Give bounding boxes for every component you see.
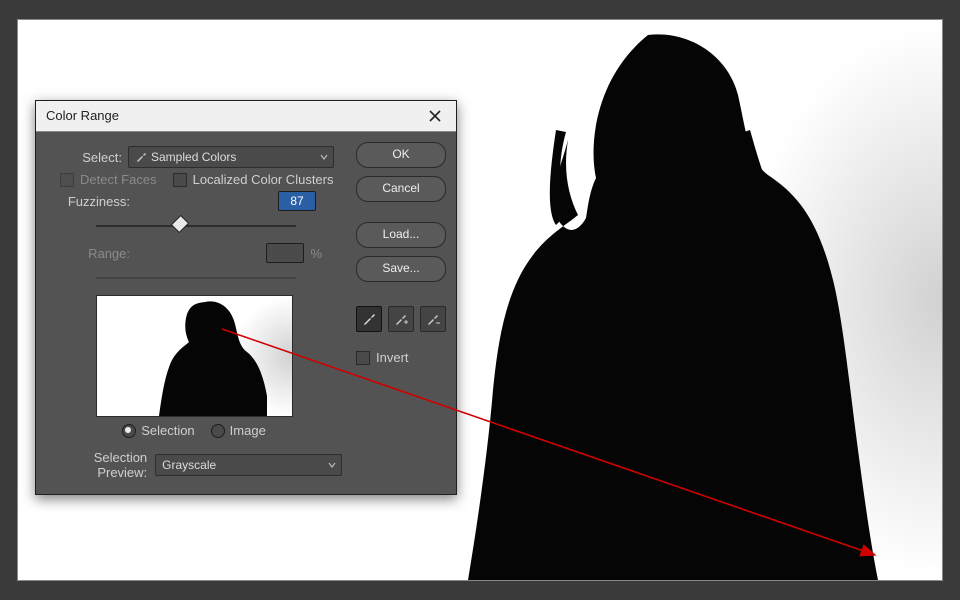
selection-preview — [96, 295, 293, 417]
range-input — [266, 243, 304, 263]
dialog-titlebar[interactable]: Color Range — [36, 101, 456, 132]
fuzziness-slider[interactable] — [96, 219, 296, 233]
select-value: Sampled Colors — [151, 148, 236, 166]
localized-option[interactable]: Localized Color Clusters — [173, 172, 334, 187]
eyedropper-add[interactable] — [388, 306, 414, 332]
eyedropper-mini-icon — [135, 151, 147, 163]
save-button[interactable]: Save... — [356, 256, 446, 282]
range-unit: % — [310, 246, 322, 261]
detect-faces-label: Detect Faces — [80, 172, 157, 187]
detect-faces-checkbox — [60, 173, 74, 187]
eyedropper-sample[interactable] — [356, 306, 382, 332]
radio-image-option[interactable]: Image — [211, 423, 266, 438]
radio-selection-option[interactable]: Selection — [122, 423, 194, 438]
localized-checkbox[interactable] — [173, 173, 187, 187]
radio-image-label: Image — [230, 423, 266, 438]
selection-preview-value: Grayscale — [162, 456, 216, 474]
close-icon — [429, 110, 441, 122]
selection-preview-label: Selection Preview: — [46, 450, 147, 480]
dialog-title: Color Range — [46, 101, 119, 131]
radio-selection[interactable] — [122, 424, 136, 438]
selection-preview-dropdown[interactable]: Grayscale — [155, 454, 342, 476]
radio-selection-label: Selection — [141, 423, 194, 438]
invert-option[interactable]: Invert — [356, 350, 446, 365]
range-label: Range: — [60, 246, 130, 261]
eyedropper-tools — [356, 306, 446, 332]
silhouette-image — [438, 20, 888, 580]
ok-button[interactable]: OK — [356, 142, 446, 168]
eyedropper-plus-icon — [394, 312, 408, 326]
cancel-button[interactable]: Cancel — [356, 176, 446, 202]
load-button[interactable]: Load... — [356, 222, 446, 248]
preview-mode-radios: Selection Image — [46, 423, 342, 438]
radio-image[interactable] — [211, 424, 225, 438]
eyedropper-subtract[interactable] — [420, 306, 446, 332]
color-range-dialog: Color Range Select: Sampled Colors — [35, 100, 457, 495]
eyedropper-icon — [362, 312, 376, 326]
detect-faces-option: Detect Faces — [60, 172, 157, 187]
range-slider — [96, 271, 296, 285]
chevron-down-icon — [328, 461, 336, 469]
fuzziness-input[interactable]: 87 — [278, 191, 316, 211]
eyedropper-minus-icon — [426, 312, 440, 326]
invert-checkbox[interactable] — [356, 351, 370, 365]
close-button[interactable] — [424, 105, 446, 127]
localized-label: Localized Color Clusters — [193, 172, 334, 187]
select-dropdown[interactable]: Sampled Colors — [128, 146, 334, 168]
fuzziness-slider-thumb[interactable] — [171, 215, 189, 233]
fuzziness-label: Fuzziness: — [60, 194, 130, 209]
select-label: Select: — [72, 150, 122, 165]
invert-label: Invert — [376, 350, 409, 365]
chevron-down-icon — [320, 153, 328, 161]
